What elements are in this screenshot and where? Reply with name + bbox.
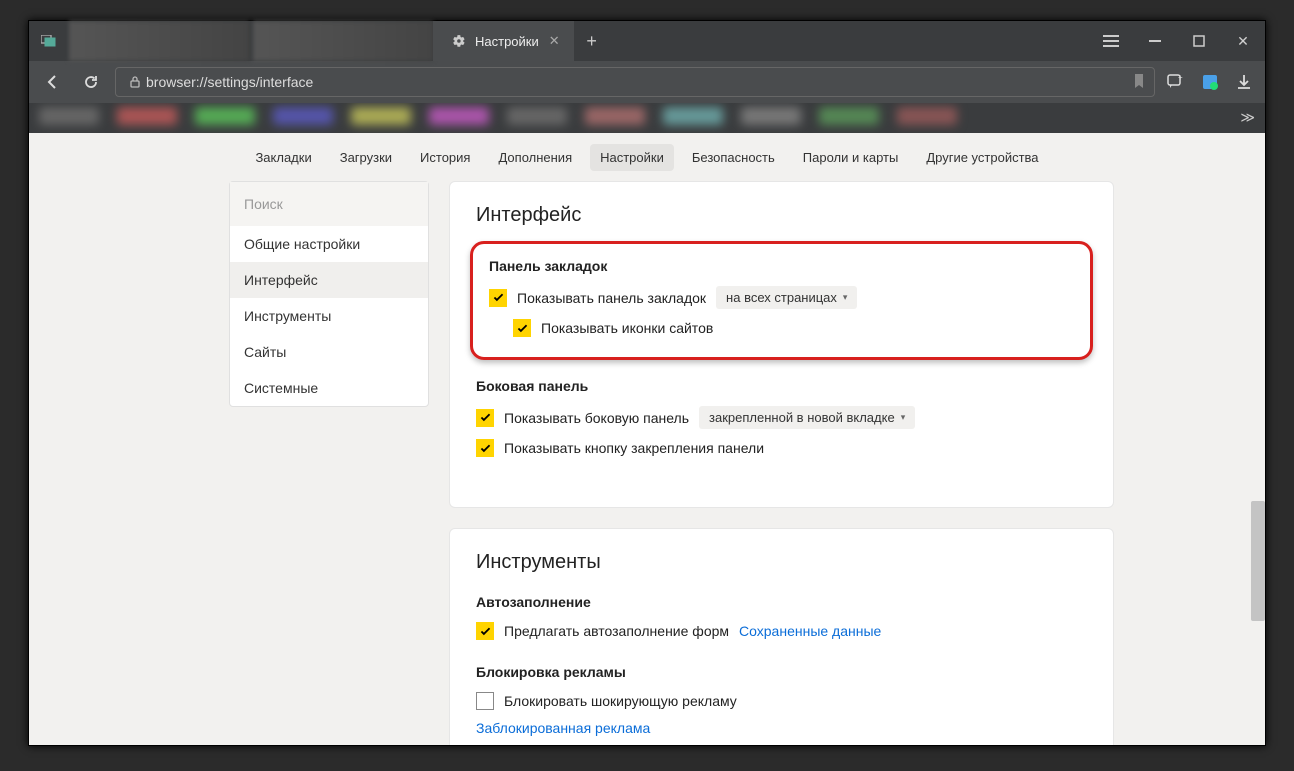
tab-inactive-1[interactable] <box>69 21 249 61</box>
topnav-downloads[interactable]: Загрузки <box>330 144 402 171</box>
panel-interface-title: Интерфейс <box>476 204 1087 227</box>
minimize-button[interactable] <box>1133 21 1177 61</box>
label-suggest-autofill: Предлагать автозаполнение форм <box>504 623 729 639</box>
downloads-icon[interactable] <box>1233 71 1255 93</box>
topnav-bookmarks[interactable]: Закладки <box>245 144 321 171</box>
browser-window: Настройки ✕ + ✕ browse <box>28 20 1266 746</box>
topnav-devices[interactable]: Другие устройства <box>916 144 1048 171</box>
label-show-bookmarks-panel: Показывать панель закладок <box>517 290 706 306</box>
row-blocked-link: Заблокированная реклама <box>476 720 1087 736</box>
checkbox-suggest-autofill[interactable] <box>476 622 494 640</box>
sidebar-item-general[interactable]: Общие настройки <box>230 226 428 262</box>
checkbox-block-shocking[interactable] <box>476 692 494 710</box>
bookmarks-overflow-icon[interactable]: ≫ <box>1240 109 1255 126</box>
checkbox-show-bookmarks-panel[interactable] <box>489 289 507 307</box>
sidebar-item-sites[interactable]: Сайты <box>230 334 428 370</box>
highlight-bookmarks-panel: Панель закладок Показывать панель заклад… <box>470 241 1093 360</box>
topnav-passwords[interactable]: Пароли и карты <box>793 144 909 171</box>
sidebar-item-tools[interactable]: Инструменты <box>230 298 428 334</box>
label-show-site-icons: Показывать иконки сайтов <box>541 320 713 336</box>
toolbar-right: + <box>1165 71 1255 93</box>
bookmark-flag-icon[interactable] <box>1132 73 1146 92</box>
panel-tools: Инструменты Автозаполнение Предлагать ав… <box>449 528 1114 745</box>
gear-icon <box>449 31 469 51</box>
label-show-side-panel: Показывать боковую панель <box>504 410 689 426</box>
feedback-icon[interactable]: + <box>1165 71 1187 93</box>
autofill-heading: Автозаполнение <box>476 594 1087 610</box>
window-list-icon[interactable] <box>39 31 59 51</box>
row-suggest-autofill: Предлагать автозаполнение форм Сохраненн… <box>476 622 1087 640</box>
menu-icon[interactable] <box>1089 21 1133 61</box>
group-side-panel: Боковая панель Показывать боковую панель… <box>476 378 1087 457</box>
search-placeholder: Поиск <box>244 196 283 212</box>
bookmarks-panel-heading: Панель закладок <box>489 258 1074 274</box>
reload-button[interactable] <box>77 68 105 96</box>
link-blocked-ads[interactable]: Заблокированная реклама <box>476 720 650 736</box>
checkbox-show-pin-button[interactable] <box>476 439 494 457</box>
row-show-side-panel: Показывать боковую панель закрепленной в… <box>476 406 1087 429</box>
bookmarks-bar[interactable]: ≫ <box>29 103 1265 133</box>
scrollbar-thumb[interactable] <box>1251 501 1265 621</box>
row-show-pin-button: Показывать кнопку закрепления панели <box>476 439 1087 457</box>
label-block-shocking: Блокировать шокирующую рекламу <box>504 693 737 709</box>
maximize-button[interactable] <box>1177 21 1221 61</box>
chevron-down-icon: ▾ <box>843 292 848 303</box>
extension-icon[interactable] <box>1199 71 1221 93</box>
dropdown-bookmarks-where[interactable]: на всех страницах ▾ <box>716 286 857 309</box>
group-adblock: Блокировка рекламы Блокировать шокирующу… <box>476 664 1087 736</box>
row-block-shocking: Блокировать шокирующую рекламу <box>476 692 1087 710</box>
settings-topnav: Закладки Загрузки История Дополнения Нас… <box>29 133 1265 181</box>
address-bar[interactable]: browser://settings/interface <box>115 67 1155 97</box>
topnav-addons[interactable]: Дополнения <box>488 144 582 171</box>
close-button[interactable]: ✕ <box>1221 21 1265 61</box>
checkbox-show-site-icons[interactable] <box>513 319 531 337</box>
sidebar-item-system[interactable]: Системные <box>230 370 428 406</box>
chevron-down-icon: ▾ <box>901 412 906 423</box>
content-area: Закладки Загрузки История Дополнения Нас… <box>29 133 1265 745</box>
titlebar: Настройки ✕ + ✕ <box>29 21 1265 61</box>
side-panel-heading: Боковая панель <box>476 378 1087 394</box>
url-text: browser://settings/interface <box>146 74 1132 90</box>
settings-panels: Интерфейс Панель закладок Показывать пан… <box>449 181 1114 745</box>
sidebar-item-interface[interactable]: Интерфейс <box>230 262 428 298</box>
row-show-bookmarks-panel: Показывать панель закладок на всех стран… <box>489 286 1074 309</box>
checkbox-show-side-panel[interactable] <box>476 409 494 427</box>
settings-main: Поиск Общие настройки Интерфейс Инструме… <box>29 181 1265 745</box>
sidebar-search[interactable]: Поиск <box>230 182 428 226</box>
row-show-site-icons: Показывать иконки сайтов <box>513 319 1074 337</box>
tab-close-icon[interactable]: ✕ <box>549 33 560 49</box>
topnav-settings[interactable]: Настройки <box>590 144 674 171</box>
tab-settings[interactable]: Настройки ✕ <box>433 21 574 61</box>
group-autofill: Автозаполнение Предлагать автозаполнение… <box>476 594 1087 640</box>
settings-sidebar: Поиск Общие настройки Интерфейс Инструме… <box>229 181 429 407</box>
adblock-heading: Блокировка рекламы <box>476 664 1087 680</box>
lock-icon <box>124 75 146 89</box>
label-show-pin-button: Показывать кнопку закрепления панели <box>504 440 764 456</box>
navbar: browser://settings/interface + <box>29 61 1265 103</box>
dropdown-side-panel-mode[interactable]: закрепленной в новой вкладке ▾ <box>699 406 915 429</box>
panel-tools-title: Инструменты <box>476 551 1087 574</box>
topnav-security[interactable]: Безопасность <box>682 144 785 171</box>
link-saved-data[interactable]: Сохраненные данные <box>739 623 881 639</box>
panel-interface: Интерфейс Панель закладок Показывать пан… <box>449 181 1114 508</box>
tab-inactive-2[interactable] <box>253 21 433 61</box>
back-button[interactable] <box>39 68 67 96</box>
svg-text:+: + <box>1178 73 1183 82</box>
topnav-history[interactable]: История <box>410 144 480 171</box>
tab-label: Настройки <box>475 34 539 49</box>
new-tab-button[interactable]: + <box>574 31 610 52</box>
